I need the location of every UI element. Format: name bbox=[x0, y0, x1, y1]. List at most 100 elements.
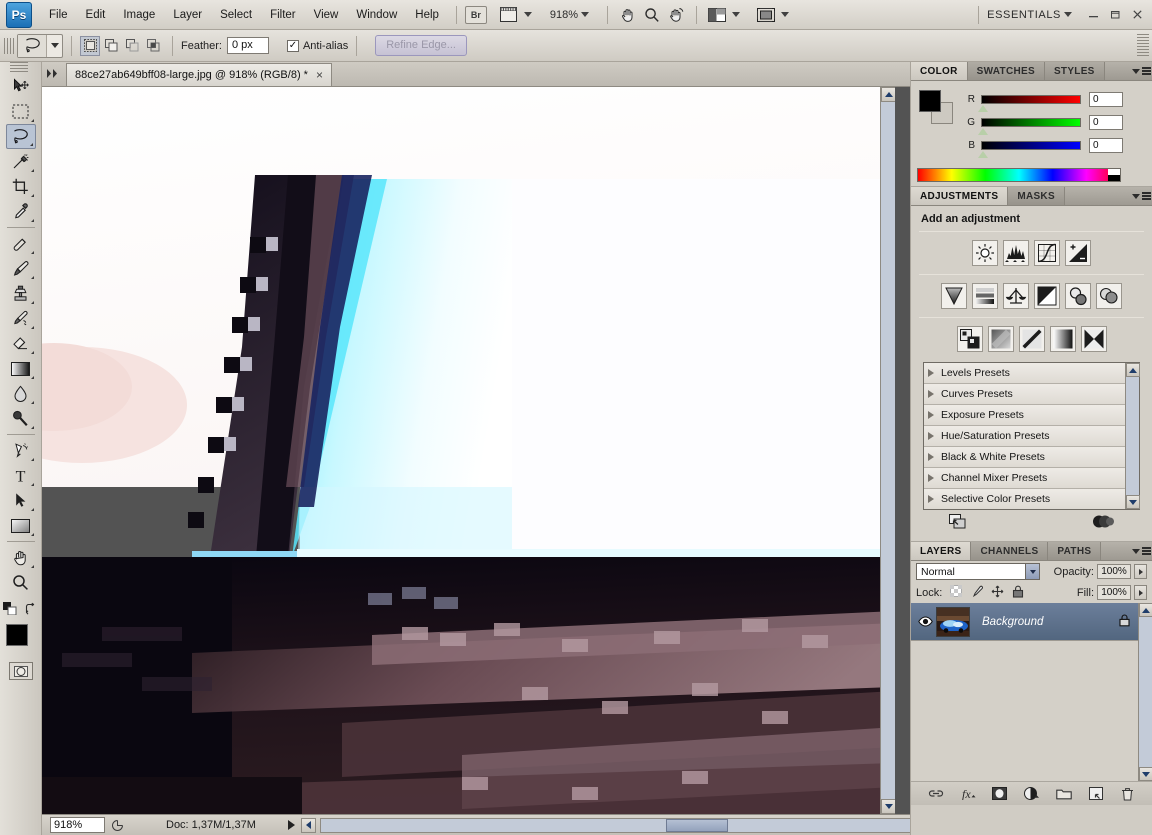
clone-stamp-tool[interactable] bbox=[6, 281, 36, 306]
tab-layers[interactable]: LAYERS bbox=[911, 542, 972, 560]
return-to-adjustment-list-icon[interactable] bbox=[949, 513, 966, 532]
channel-value-b[interactable]: 0 bbox=[1089, 138, 1123, 153]
color-panel-menu-icon[interactable] bbox=[1130, 62, 1152, 80]
tools-panel-grip[interactable] bbox=[0, 62, 41, 74]
layer-mask-icon[interactable] bbox=[991, 785, 1008, 802]
layer-list-scrollbar[interactable] bbox=[1138, 603, 1152, 781]
menu-file[interactable]: File bbox=[40, 4, 77, 26]
new-group-icon[interactable] bbox=[1055, 785, 1072, 802]
canvas-vertical-scrollbar[interactable] bbox=[880, 87, 895, 814]
adjustment-presets-list[interactable]: Levels Presets Curves Presets Exposure P… bbox=[923, 362, 1140, 510]
quick-mask-toggle-icon[interactable] bbox=[8, 662, 33, 680]
hand-tool[interactable] bbox=[6, 545, 36, 570]
close-icon[interactable]: × bbox=[316, 68, 323, 82]
color-slider-r[interactable]: R 0 bbox=[963, 88, 1123, 112]
dodge-tool[interactable] bbox=[6, 406, 36, 431]
layer-list[interactable]: Background bbox=[911, 603, 1152, 781]
tab-paths[interactable]: PATHS bbox=[1048, 542, 1102, 560]
color-balance-icon[interactable] bbox=[1003, 283, 1029, 309]
preset-hue-saturation[interactable]: Hue/Saturation Presets bbox=[924, 426, 1125, 447]
screen-mode-chevron-down-icon[interactable] bbox=[781, 12, 790, 17]
opacity-stepper[interactable] bbox=[1134, 564, 1147, 579]
black-white-icon[interactable] bbox=[1034, 283, 1060, 309]
gradient-tool[interactable] bbox=[6, 356, 36, 381]
menu-layer[interactable]: Layer bbox=[164, 4, 211, 26]
rectangular-marquee-tool[interactable] bbox=[6, 99, 36, 124]
feather-input[interactable]: 0 px bbox=[226, 37, 269, 54]
blend-mode-chevron-down-icon[interactable] bbox=[1025, 564, 1039, 579]
color-spectrum-ramp[interactable] bbox=[917, 168, 1121, 182]
exposure-icon[interactable] bbox=[1065, 240, 1091, 266]
tab-swatches[interactable]: SWATCHES bbox=[967, 62, 1045, 80]
preset-exposure[interactable]: Exposure Presets bbox=[924, 405, 1125, 426]
layer-list-scroll-down-button[interactable] bbox=[1139, 767, 1152, 781]
menu-edit[interactable]: Edit bbox=[77, 4, 115, 26]
brightness-contrast-icon[interactable] bbox=[972, 240, 998, 266]
quick-selection-tool[interactable] bbox=[6, 149, 36, 174]
tool-preset-chevron-down-icon[interactable] bbox=[46, 34, 62, 57]
channel-value-r[interactable]: 0 bbox=[1089, 92, 1123, 107]
zoom-tool[interactable] bbox=[6, 570, 36, 595]
posterize-icon[interactable] bbox=[987, 326, 1014, 352]
arrange-chevron-down-icon[interactable] bbox=[732, 12, 741, 17]
default-colors-icon[interactable] bbox=[3, 602, 17, 618]
presets-scroll-up-button[interactable] bbox=[1126, 363, 1140, 377]
new-selection-button[interactable] bbox=[80, 35, 100, 56]
tab-bar-grip[interactable] bbox=[42, 61, 64, 86]
preset-black-white[interactable]: Black & White Presets bbox=[924, 447, 1125, 468]
crop-tool[interactable] bbox=[6, 174, 36, 199]
rectangle-tool[interactable] bbox=[6, 513, 36, 538]
scroll-down-button[interactable] bbox=[881, 799, 895, 814]
new-layer-icon[interactable] bbox=[1087, 785, 1104, 802]
color-panel-swatches[interactable] bbox=[919, 90, 953, 124]
status-menu-arrow-icon[interactable] bbox=[287, 820, 295, 830]
tab-masks[interactable]: MASKS bbox=[1008, 187, 1065, 205]
lock-position-icon[interactable] bbox=[991, 585, 1004, 601]
anti-alias-option[interactable]: ✓ Anti-alias bbox=[286, 39, 348, 52]
photo-filter-icon[interactable] bbox=[1065, 283, 1091, 309]
layer-visibility-eye-icon[interactable] bbox=[914, 616, 936, 627]
lock-image-pixels-icon[interactable] bbox=[970, 585, 984, 601]
status-preview-icon[interactable] bbox=[108, 817, 126, 833]
scroll-up-button[interactable] bbox=[881, 87, 895, 102]
scroll-left-button[interactable] bbox=[300, 817, 316, 833]
link-layers-icon[interactable] bbox=[927, 785, 944, 802]
layer-row-background[interactable]: Background bbox=[911, 603, 1152, 641]
menu-view[interactable]: View bbox=[305, 4, 348, 26]
blend-mode-select[interactable]: Normal bbox=[916, 563, 1040, 580]
tab-styles[interactable]: STYLES bbox=[1044, 62, 1105, 80]
hand-icon[interactable] bbox=[616, 5, 640, 25]
view-extras-chevron-down-icon[interactable] bbox=[523, 12, 532, 17]
screen-mode-icon[interactable] bbox=[754, 5, 778, 25]
view-extras-icon[interactable] bbox=[497, 5, 521, 25]
invert-icon[interactable] bbox=[956, 326, 983, 352]
horizontal-type-tool[interactable]: T bbox=[6, 463, 36, 488]
refine-edge-button[interactable]: Refine Edge... bbox=[375, 35, 467, 56]
pen-tool[interactable] bbox=[6, 438, 36, 463]
tool-preset-picker[interactable] bbox=[17, 33, 63, 58]
threshold-icon[interactable] bbox=[1018, 326, 1045, 352]
rotate-view-icon[interactable] bbox=[664, 5, 688, 25]
zoom-chevron-down-icon[interactable] bbox=[581, 12, 590, 17]
layer-thumbnail[interactable] bbox=[936, 606, 970, 637]
tab-color[interactable]: COLOR bbox=[911, 62, 968, 80]
canvas-horizontal-scrollbar[interactable] bbox=[319, 817, 910, 833]
hue-saturation-icon[interactable] bbox=[972, 283, 998, 309]
vibrance-icon[interactable] bbox=[941, 283, 967, 309]
close-icon[interactable] bbox=[1126, 5, 1148, 25]
selective-color-icon[interactable] bbox=[1080, 326, 1107, 352]
fill-input[interactable]: 100% bbox=[1097, 585, 1131, 600]
color-slider-g[interactable]: G 0 bbox=[963, 111, 1123, 135]
clip-to-layer-icon[interactable] bbox=[1092, 515, 1114, 531]
preset-levels[interactable]: Levels Presets bbox=[924, 363, 1125, 384]
layer-style-icon[interactable]: fx bbox=[959, 785, 976, 802]
intersect-with-selection-button[interactable] bbox=[143, 36, 163, 56]
bridge-icon[interactable]: Br bbox=[464, 5, 487, 24]
image-canvas[interactable] bbox=[42, 87, 895, 814]
minimize-button[interactable] bbox=[1082, 5, 1104, 25]
restore-button[interactable] bbox=[1104, 5, 1126, 25]
arrange-documents-icon[interactable] bbox=[705, 5, 729, 25]
blur-tool[interactable] bbox=[6, 381, 36, 406]
menu-filter[interactable]: Filter bbox=[261, 4, 305, 26]
layer-list-scroll-up-button[interactable] bbox=[1139, 603, 1152, 617]
